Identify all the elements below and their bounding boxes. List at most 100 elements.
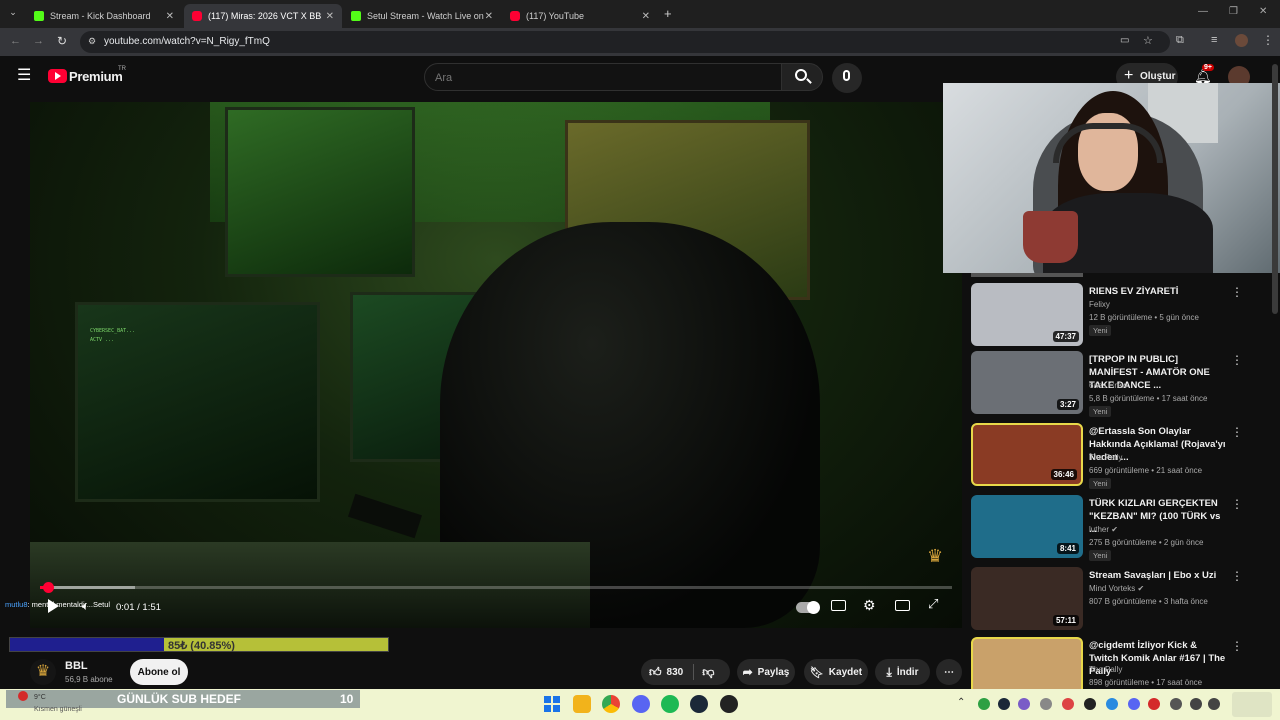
tray-app-icon[interactable] xyxy=(978,698,990,710)
search-input[interactable] xyxy=(435,70,765,86)
close-icon[interactable]: ✕ xyxy=(485,11,493,22)
recommendation-item[interactable]: 3:27 [TRPOP IN PUBLIC] MANİFEST - AMATÖR… xyxy=(971,351,1271,417)
tray-chevron-icon[interactable]: ⌃ xyxy=(957,697,965,708)
subscribe-button[interactable]: Abone ol xyxy=(130,659,188,685)
dislike-button[interactable]: 👎︎ xyxy=(694,665,714,680)
tray-mic-icon[interactable] xyxy=(1170,698,1182,710)
like-button[interactable]: 👍︎ 830 xyxy=(641,665,683,680)
tray-app-icon[interactable] xyxy=(1062,698,1074,710)
save-button[interactable]: 🔖︎ Kaydet xyxy=(804,659,868,685)
site-info-icon[interactable]: ⚙ xyxy=(88,36,96,47)
search-button[interactable] xyxy=(781,63,823,91)
file-explorer-icon[interactable] xyxy=(573,695,591,713)
chrome-icon[interactable] xyxy=(602,695,620,713)
channel-name[interactable]: The Pally xyxy=(1089,665,1122,674)
forward-icon[interactable]: → xyxy=(33,35,44,47)
more-options-icon[interactable]: ⋮ xyxy=(1231,425,1243,439)
video-thumbnail[interactable]: 57:11 xyxy=(971,567,1083,630)
tray-steam-icon[interactable] xyxy=(998,698,1010,710)
video-thumbnail[interactable]: 3:27 xyxy=(971,351,1083,414)
steam-icon[interactable] xyxy=(690,695,708,713)
more-options-icon[interactable]: ⋮ xyxy=(1231,497,1243,511)
subtitles-icon[interactable] xyxy=(831,600,846,611)
more-options-icon[interactable]: ⋮ xyxy=(1231,353,1243,367)
channel-name[interactable]: The Pally xyxy=(1089,453,1122,462)
tray-app-icon[interactable] xyxy=(1084,698,1096,710)
video-thumbnail[interactable]: 36:46 xyxy=(971,423,1083,486)
video-title[interactable]: RIENS EV ZİYARETİ xyxy=(1089,285,1227,298)
video-thumbnail[interactable] xyxy=(971,637,1083,689)
more-options-icon[interactable]: ⋮ xyxy=(1231,569,1243,583)
channel-watermark-icon[interactable]: ♛ xyxy=(927,546,943,567)
recommendation-item[interactable]: 57:11 Stream Savaşları | Ebo x Uzi Mind … xyxy=(971,567,1271,633)
theater-mode-icon[interactable] xyxy=(895,600,910,611)
spotify-icon[interactable] xyxy=(661,695,679,713)
recommendation-item[interactable]: 47:37 RIENS EV ZİYARETİ Felixy 12 B görü… xyxy=(971,283,1271,349)
download-label: İndir xyxy=(896,666,919,678)
search-box[interactable] xyxy=(424,63,782,91)
extensions-icon[interactable]: ⧉ xyxy=(1176,34,1184,47)
voice-search-button[interactable] xyxy=(832,63,862,93)
channel-name[interactable]: BBL xyxy=(65,660,88,672)
profile-avatar[interactable] xyxy=(1235,34,1248,47)
video-meta: 275 B görüntüleme • 2 gün önce xyxy=(1089,538,1204,547)
tray-display-icon[interactable] xyxy=(1190,698,1202,710)
settings-gear-icon[interactable]: ⚙ xyxy=(863,597,876,614)
donation-goal-bar: 85₺ (40.85%) xyxy=(9,637,389,652)
menu-kebab-icon[interactable]: ⋮ xyxy=(1262,33,1274,47)
back-icon[interactable]: ← xyxy=(10,35,21,47)
video-thumbnail[interactable]: 47:37 xyxy=(971,283,1083,346)
tab-youtube-video[interactable]: (117) Miras: 2026 VCT X BBL BU ✕ xyxy=(184,4,342,28)
youtube-logo[interactable] xyxy=(48,69,67,83)
autoplay-toggle[interactable] xyxy=(796,601,820,614)
channel-name[interactable]: luther ✔ xyxy=(1089,525,1118,534)
video-thumbnail[interactable]: 8:41 xyxy=(971,495,1083,558)
windows-start-icon[interactable] xyxy=(544,696,560,712)
mic-icon xyxy=(843,70,850,81)
hamburger-menu-icon[interactable]: ☰ xyxy=(17,68,31,84)
more-options-icon[interactable]: ⋮ xyxy=(1231,285,1243,299)
channel-name[interactable]: 6aes Crew xyxy=(1089,381,1127,390)
address-bar[interactable]: ⚙ youtube.com/watch?v=N_Rigy_fTmQ ▭ ☆ xyxy=(80,31,1170,53)
recommendation-item[interactable]: 8:41 TÜRK KIZLARI GERÇEKTEN "KEZBAN" MI?… xyxy=(971,495,1271,561)
maximize-button[interactable]: ❐ xyxy=(1229,6,1238,17)
close-icon[interactable]: ✕ xyxy=(326,11,334,22)
clock-widget[interactable] xyxy=(1232,692,1272,717)
close-icon[interactable]: ✕ xyxy=(642,11,650,22)
tray-record-icon[interactable] xyxy=(1148,698,1160,710)
more-options-icon[interactable]: ⋮ xyxy=(1231,639,1243,653)
cast-icon[interactable]: ▭ xyxy=(1120,35,1129,46)
window-close-button[interactable]: ✕ xyxy=(1259,6,1267,17)
new-tab-button[interactable]: + xyxy=(664,6,672,21)
more-actions-button[interactable]: ⋯ xyxy=(936,659,962,685)
tray-app-icon[interactable] xyxy=(1128,698,1140,710)
fullscreen-icon[interactable]: ⤢ xyxy=(928,596,938,612)
share-button[interactable]: ➦ Paylaş xyxy=(737,659,795,685)
video-title[interactable]: Stream Savaşları | Ebo x Uzi xyxy=(1089,569,1227,582)
media-icon[interactable]: ≡ xyxy=(1211,34,1217,46)
tray-app-icon[interactable] xyxy=(1040,698,1052,710)
tray-pen-icon[interactable] xyxy=(1018,698,1030,710)
recommendation-item[interactable]: 36:46 @Ertassla Son Olaylar Hakkında Açı… xyxy=(971,423,1271,489)
page-scrollbar[interactable] xyxy=(1272,64,1278,314)
discord-icon[interactable] xyxy=(632,695,650,713)
tab-youtube-home[interactable]: (117) YouTube ✕ xyxy=(502,4,658,28)
channel-name-text: Mind Vorteks xyxy=(1089,584,1136,593)
download-button[interactable]: ⤓ İndir xyxy=(875,659,930,685)
video-player[interactable]: CYBERSEC_BAT... ACTV ... 🔈︎ 0:01 / 1:51 ⚙… xyxy=(30,102,962,628)
tab-kick-dashboard[interactable]: Stream - Kick Dashboard ✕ xyxy=(26,4,182,28)
obs-icon[interactable] xyxy=(720,695,738,713)
close-icon[interactable]: ✕ xyxy=(166,11,174,22)
tray-app-icon[interactable] xyxy=(1106,698,1118,710)
bookmark-star-icon[interactable]: ☆ xyxy=(1143,34,1153,47)
channel-name[interactable]: Felixy xyxy=(1089,300,1110,309)
channel-avatar[interactable]: ♛ xyxy=(30,659,56,685)
tab-kick-stream[interactable]: Setul Stream - Watch Live on Ki ✕ xyxy=(343,4,501,28)
minimize-button[interactable]: — xyxy=(1198,6,1208,17)
tray-volume-icon[interactable] xyxy=(1208,698,1220,710)
recommendation-item[interactable]: @cigdemt İzliyor Kick & Twitch Komik Anl… xyxy=(971,637,1271,689)
progress-track[interactable] xyxy=(40,586,952,589)
channel-name[interactable]: Mind Vorteks ✔ xyxy=(1089,584,1144,593)
reload-icon[interactable]: ↻ xyxy=(57,34,67,48)
tab-search-icon[interactable]: ⌄ xyxy=(6,7,20,21)
